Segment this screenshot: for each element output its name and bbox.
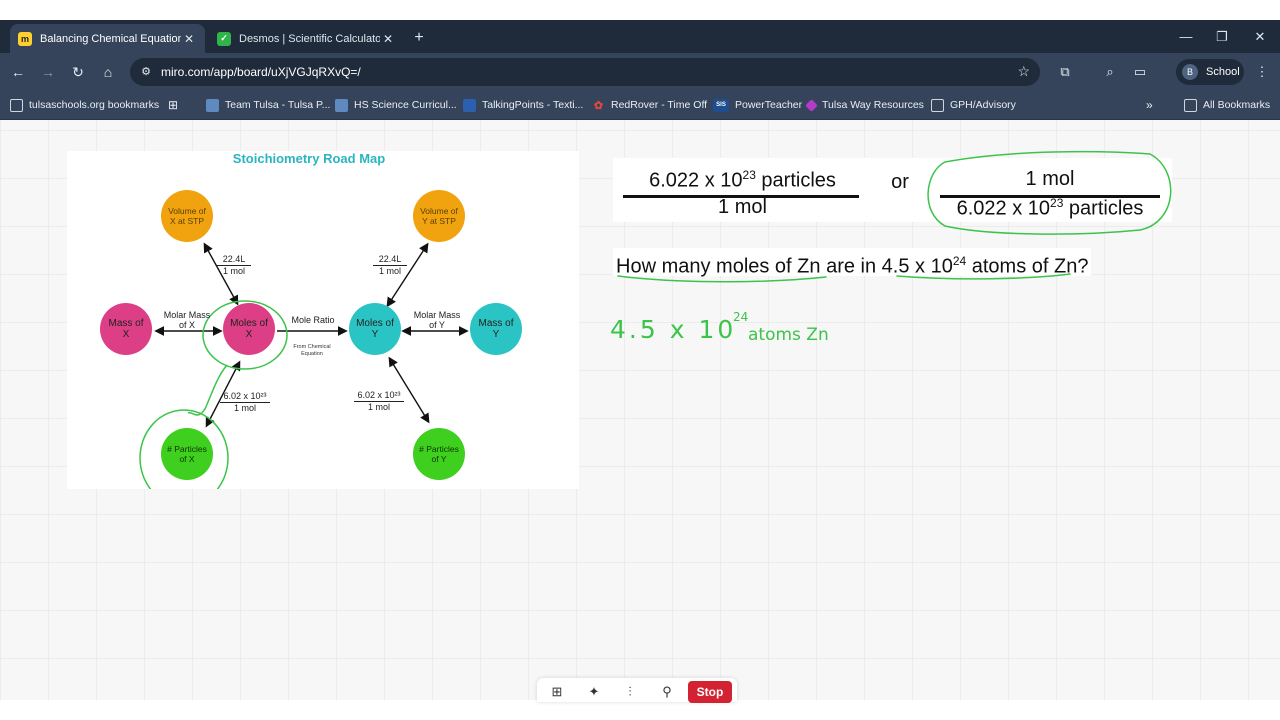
search-tabs-icon[interactable]: ⌕ [1100,62,1120,82]
right-fraction-numerator: 1 mol [1025,168,1075,190]
close-tab-icon[interactable]: ✕ [181,32,197,46]
home-icon[interactable]: ⌂ [98,62,118,82]
page-icon [335,98,348,112]
apps-icon[interactable]: ⊞ [168,97,178,113]
close-tab-icon[interactable]: ✕ [380,32,396,46]
bookmark-label: GPH/Advisory [950,99,1016,111]
browser-toolbar: ← → ↻ ⌂ ⚙ miro.com/app/board/uXjVGJqRXvQ… [0,53,1280,91]
bookmark-label: TalkingPoints - Texti... [482,99,584,111]
fraction-denominator: 1 mol [233,403,256,413]
add-frame-icon[interactable]: ⊞ [547,683,567,701]
sis-icon: SIS [713,98,729,112]
left-fraction-denominator: 1 mol [718,196,767,218]
fraction-vol-y: 22.4L 1 mol [373,254,407,277]
profile-button[interactable]: B School [1176,59,1244,85]
node-particles-y: # Particles of Y [413,428,465,480]
bookmark-powerteacher[interactable]: SIS PowerTeacher [713,97,802,113]
fraction-particles-x: 6.02 x 10²³ 1 mol [220,391,270,414]
tab-strip: m Balancing Chemical Equations - ✕ ✓ Des… [0,20,1280,53]
right-fraction-denominator: 6.022 x 1023 particles [956,196,1144,220]
site-settings-icon[interactable]: ⚙ [139,65,153,79]
tab-balancing-chemical-equations[interactable]: m Balancing Chemical Equations - ✕ [10,24,205,53]
redrover-icon: ✿ [593,99,604,112]
left-fraction-numerator: 6.022 x 1023 particles [649,168,836,192]
fraction-particles-y: 6.02 x 10²³ 1 mol [354,390,404,413]
cast-icon[interactable]: ▭ [1130,62,1150,82]
invite-user-icon[interactable]: ⚲ [657,683,677,701]
profile-label: School [1206,66,1240,78]
all-bookmarks[interactable]: All Bookmarks [1184,97,1270,113]
node-particles-x: # Particles of X [161,428,213,480]
folder-icon [931,98,944,112]
desmos-icon: ✓ [217,31,231,46]
bookmark-label: tulsaschools.org bookmarks [29,99,160,111]
fraction-numerator: 6.02 x 10²³ [354,390,404,402]
page-icon [206,98,219,112]
node-mass-y: Mass of Y [470,303,522,355]
bookmark-label: Team Tulsa - Tulsa P... [225,99,331,111]
presentation-toolbar: ⊞ ✦ ⫶ ⚲ Stop [537,678,737,703]
bookmark-label: RedRover - Time Off [611,99,708,111]
fraction-denominator: 1 mol [367,402,390,412]
label-molar-mass-x: Molar Mass of X [163,310,211,330]
bookmark-hs-science[interactable]: HS Science Curricul... [335,97,457,113]
avatar: B [1182,64,1198,80]
celebrate-icon[interactable]: ✦ [584,683,604,701]
node-moles-y: Moles of Y [349,303,401,355]
settings-sliders-icon[interactable]: ⫶ [620,683,640,701]
tab-desmos[interactable]: ✓ Desmos | Scientific Calculator ✕ [209,24,404,53]
bookmark-team-tulsa[interactable]: Team Tulsa - Tulsa P... [206,97,330,113]
fraction-numerator: 22.4L [217,254,251,266]
address-bar[interactable]: ⚙ miro.com/app/board/uXjVGJqRXvQ=/ ☆ [130,58,1040,86]
reload-icon[interactable]: ↻ [68,62,88,82]
back-icon[interactable]: ← [8,62,28,82]
bookmark-tulsaschools[interactable]: tulsaschools.org bookmarks [10,97,159,113]
fraction-numerator: 22.4L [373,254,407,266]
or-label: or [891,171,909,193]
viewport-bottom-margin [0,700,1280,720]
folder-icon [10,98,23,112]
folder-icon [1184,98,1197,112]
miro-icon: m [18,31,32,46]
fraction-numerator: 6.02 x 10²³ [220,391,270,403]
url-text: miro.com/app/board/uXjVGJqRXvQ=/ [161,65,361,79]
node-mass-x: Mass of X [100,303,152,355]
more-bookmarks-icon[interactable]: » [1146,97,1153,113]
label-molar-mass-y: Molar Mass of Y [413,310,461,330]
diamond-icon [805,98,818,112]
extensions-icon[interactable]: ⧉ [1055,62,1075,82]
node-volume-x: Volume of X at STP [161,190,213,242]
fraction-vol-x: 22.4L 1 mol [217,254,251,277]
bookmark-talkingpoints[interactable]: TalkingPoints - Texti... [463,97,583,113]
bookmark-label: Tulsa Way Resources [822,99,924,111]
bookmark-redrover[interactable]: ✿ RedRover - Time Off [592,97,707,113]
fraction-denominator: 1 mol [222,266,245,276]
new-tab-icon[interactable]: + [409,28,429,48]
bookmark-tulsa-way[interactable]: Tulsa Way Resources [805,97,924,113]
stop-button[interactable]: Stop [688,681,732,703]
bookmarks-bar: tulsaschools.org bookmarks ⊞ Team Tulsa … [0,91,1280,120]
bookmark-label: PowerTeacher [735,99,803,111]
label-from-equation: From Chemical Equation [293,344,331,357]
stoichiometry-road-map-image[interactable]: Stoichiometry Road Map Volume of X at ST… [67,151,579,489]
bookmark-label: HS Science Curricul... [354,99,457,111]
close-window-icon[interactable]: ✕ [1250,28,1270,46]
tab-title: Balancing Chemical Equations - [40,32,181,45]
bookmark-star-icon[interactable]: ☆ [1017,63,1030,80]
more-menu-icon[interactable]: ⋮ [1252,62,1272,82]
fraction-denominator: 1 mol [378,266,401,276]
restore-icon[interactable]: ❐ [1212,28,1232,46]
node-volume-y: Volume of Y at STP [413,190,465,242]
tab-title: Desmos | Scientific Calculator [239,32,380,45]
screen: m Balancing Chemical Equations - ✕ ✓ Des… [0,0,1280,720]
chat-icon [463,98,476,112]
forward-icon[interactable]: → [38,62,58,82]
minimize-icon[interactable]: — [1176,28,1196,46]
question-text[interactable]: How many moles of Zn are in 4.5 x 1024 a… [613,248,1092,278]
label-mole-ratio: Mole Ratio [291,315,335,325]
node-moles-x: Moles of X [223,303,275,355]
all-bookmarks-label: All Bookmarks [1203,99,1271,111]
bookmark-gph-advisory[interactable]: GPH/Advisory [931,97,1016,113]
